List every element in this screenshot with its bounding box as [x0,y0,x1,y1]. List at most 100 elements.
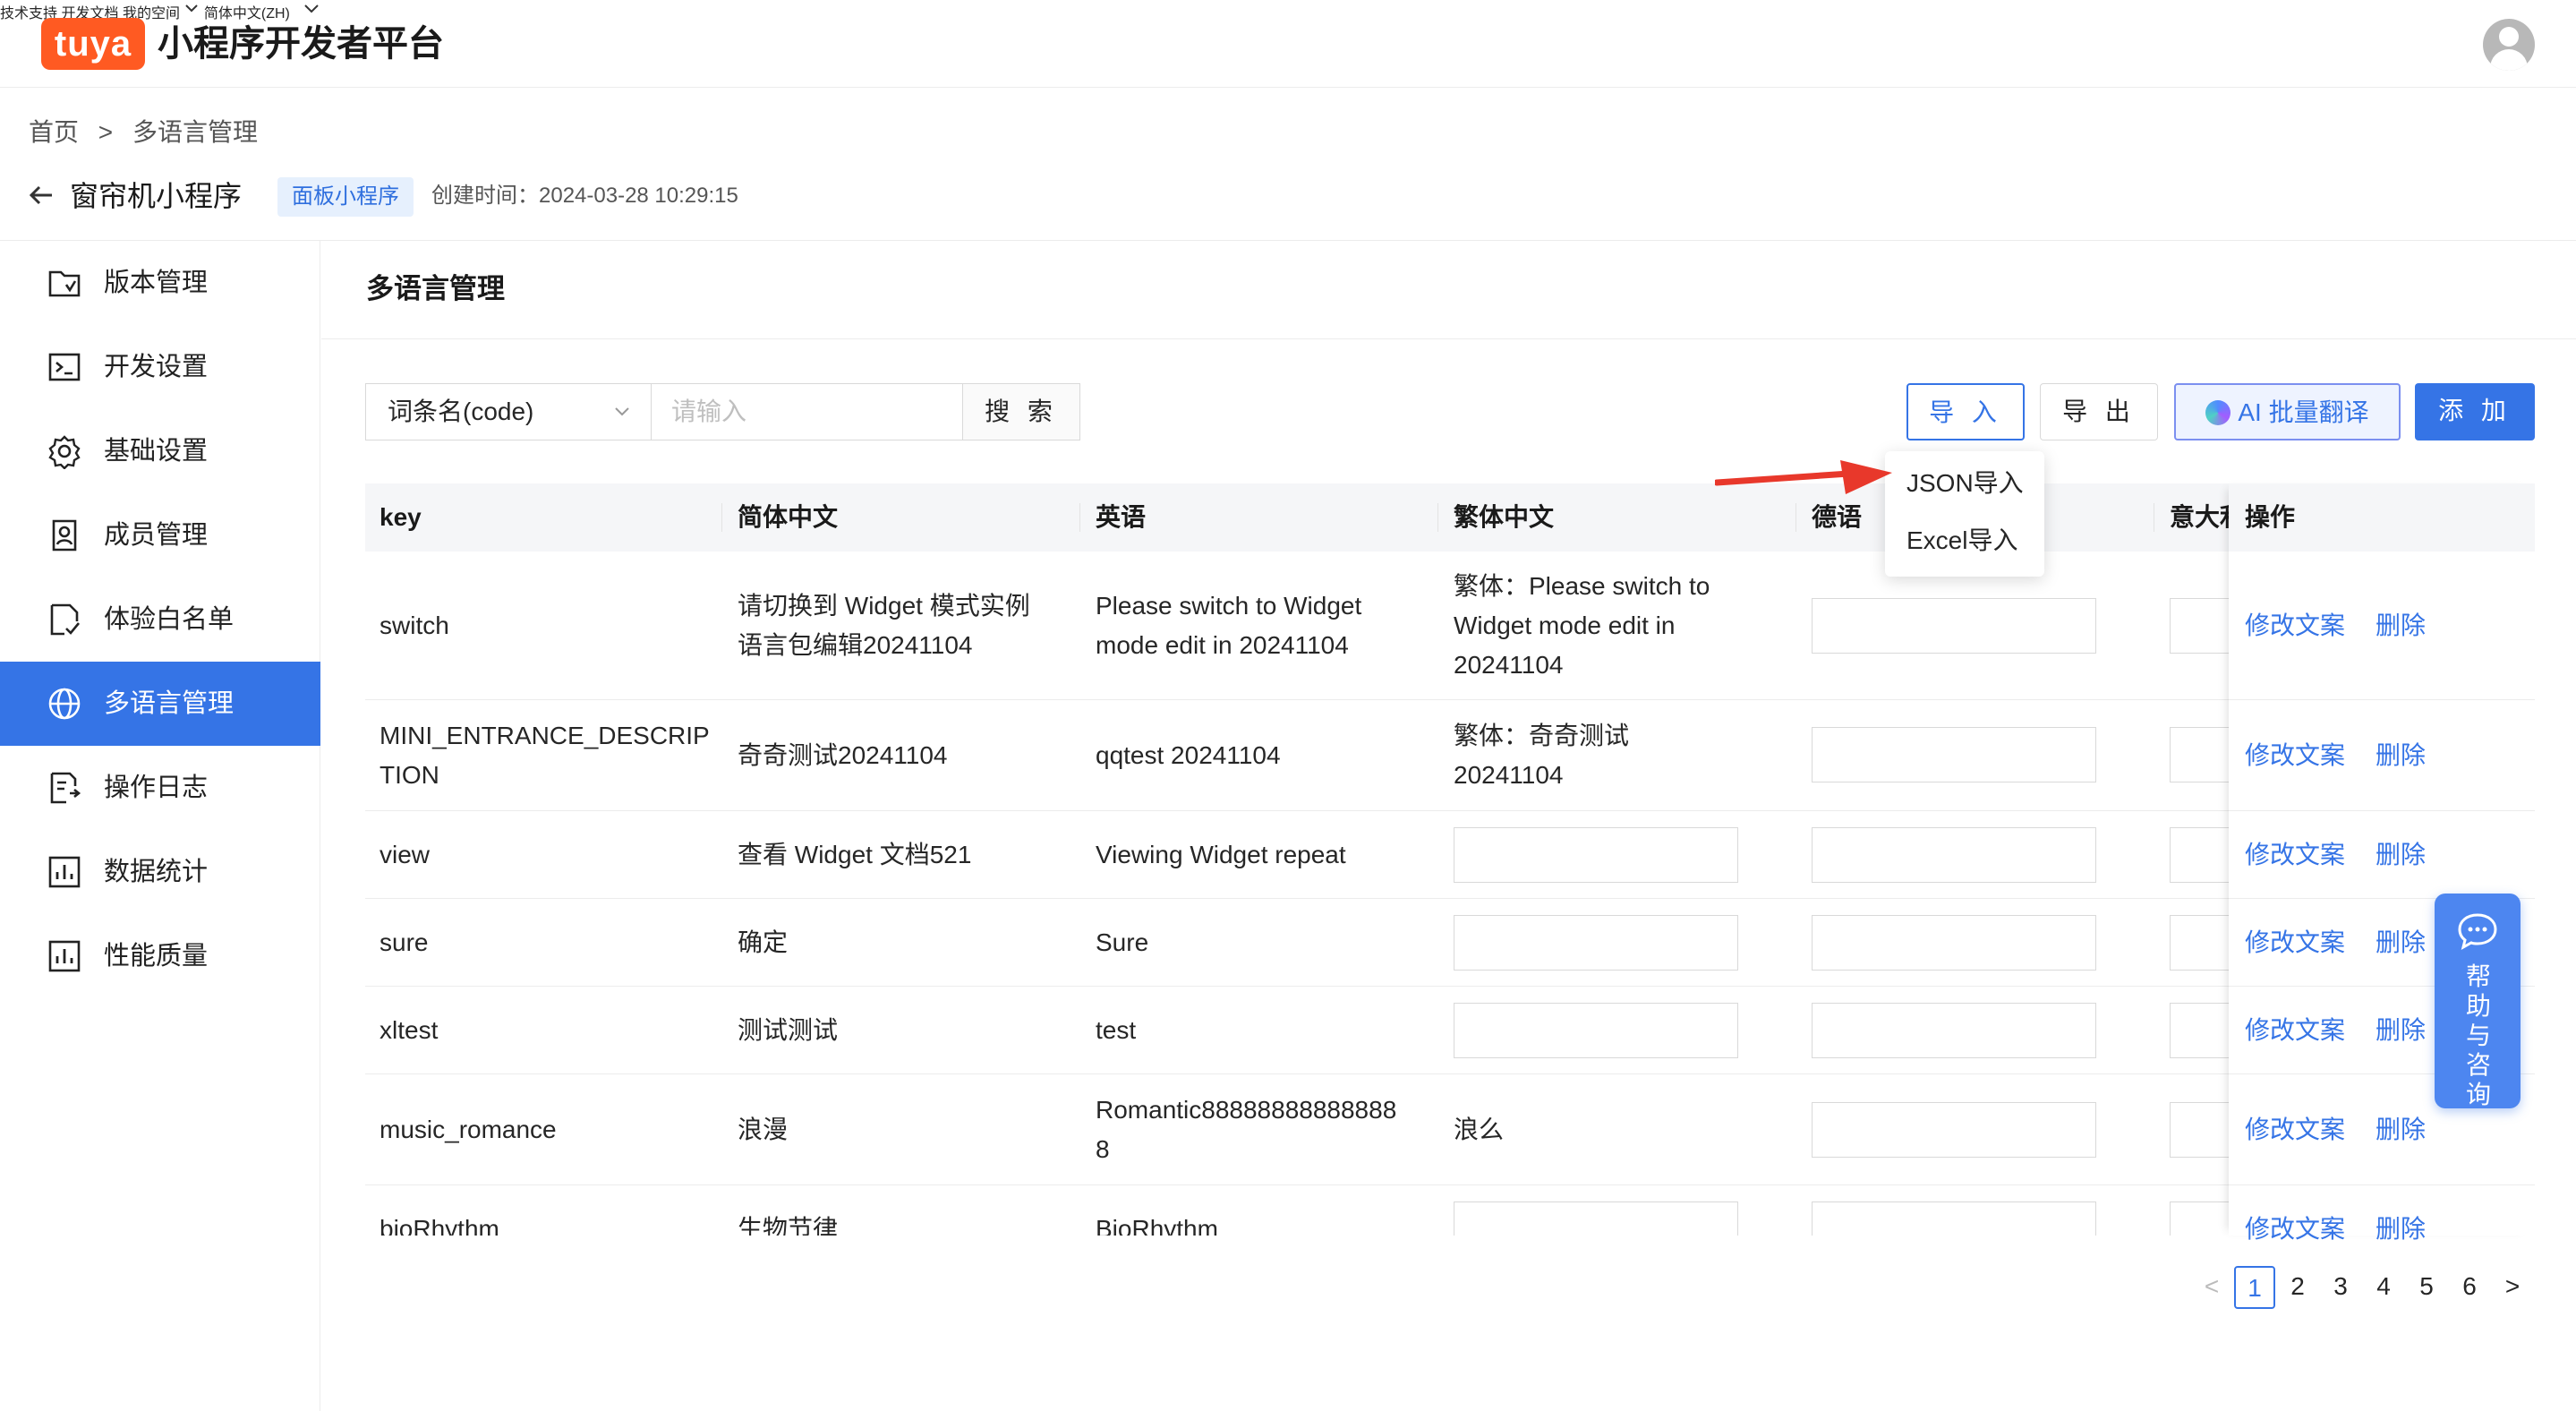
breadcrumb-home[interactable]: 首页 [29,118,79,146]
sidebar-item-basic-settings[interactable]: 基础设置 [0,409,320,493]
operations-row: 修改文案 删除 [2229,1185,2535,1273]
cell-de-input[interactable] [1812,915,2096,971]
add-button[interactable]: 添 加 [2415,383,2535,440]
sidebar-item-label: 数据统计 [104,858,209,886]
pagination-page-3[interactable]: 3 [2320,1266,2361,1309]
cell-key: MINI_ENTRANCE_DESCRIPTION [380,722,710,789]
delete-link[interactable]: 删除 [2376,923,2426,962]
breadcrumb: 首页 > 多语言管理 [29,115,270,150]
cell-key: view [380,841,431,868]
tuya-logo[interactable]: tuya [41,18,145,70]
arrow-left-icon[interactable] [25,179,57,211]
edit-text-link[interactable]: 修改文案 [2245,606,2345,646]
top-header: tuya 小程序开发者平台 技术支持 开发文档 我的空间 简体中文(ZH) [0,0,2576,88]
delete-link[interactable]: 删除 [2376,1210,2426,1249]
page: tuya 小程序开发者平台 技术支持 开发文档 我的空间 简体中文(ZH) 首页… [0,0,2576,1411]
sidebar-item-label: 版本管理 [104,269,209,297]
export-button[interactable]: 导 出 [2040,383,2158,440]
cell-en: Romantic888888888888888 [1096,1096,1397,1163]
edit-text-link[interactable]: 修改文案 [2245,736,2345,775]
help-consult-float[interactable]: 帮助与咨询 [2435,894,2521,1108]
breadcrumb-separator: > [98,118,114,146]
cell-de-input[interactable] [1812,1102,2096,1158]
pagination-page-5[interactable]: 5 [2406,1266,2447,1309]
edit-text-link[interactable]: 修改文案 [2245,923,2345,962]
cell-key: music_romance [380,1116,557,1143]
edit-text-link[interactable]: 修改文案 [2245,1011,2345,1050]
col-header-key: key [380,503,422,531]
cell-de-input[interactable] [1812,727,2096,782]
sidebar-item-oplog[interactable]: 操作日志 [0,746,320,830]
col-separator [721,503,722,532]
pagination-prev[interactable]: < [2191,1266,2232,1309]
sidebar-item-label: 开发设置 [104,353,209,381]
chevron-down-icon [185,4,199,13]
pagination-page-6[interactable]: 6 [2449,1266,2490,1309]
sidebar-item-dev-settings[interactable]: 开发设置 [0,325,320,409]
menu-item-excel-import[interactable]: Excel导入 [1906,523,2017,559]
help-consult-label: 帮助与咨询 [2465,962,2491,1108]
table-header: key 简体中文 英语 繁体中文 德语 意大利 [365,483,2535,552]
terminal-icon [48,353,81,381]
search-button[interactable]: 搜 索 [962,383,1080,440]
edit-text-link[interactable]: 修改文案 [2245,835,2345,875]
breadcrumb-current: 多语言管理 [132,118,258,146]
delete-link[interactable]: 删除 [2376,1011,2426,1050]
cell-de-input[interactable] [1812,1003,2096,1058]
log-icon [50,772,81,804]
cell-en: BioRhythm [1096,1215,1218,1236]
edit-text-link[interactable]: 修改文案 [2245,1210,2345,1249]
ai-batch-translate-button[interactable]: AI 批量翻译 [2174,383,2401,440]
avatar-body [2490,49,2528,71]
sidebar-item-multilang[interactable]: 多语言管理 [0,662,320,746]
table-row: bioRhythm 生物节律 BioRhythm [365,1185,2535,1236]
cell-zh: 查看 Widget 文档521 [738,841,972,868]
cell-key: switch [380,611,449,639]
cell-key: sure [380,928,429,956]
col-header-zh: 简体中文 [738,503,839,531]
cell-zht: 繁体：Please switch to Widget mode edit in … [1454,572,1710,679]
cell-de-input[interactable] [1812,598,2096,654]
ai-batch-translate-label: AI 批量翻译 [2238,398,2369,426]
pagination-page-4[interactable]: 4 [2363,1266,2404,1309]
search-field-select[interactable]: 词条名(code) [365,383,652,440]
cell-zht-input[interactable] [1454,1201,1738,1236]
sidebar-item-performance[interactable]: 性能质量 [0,914,320,998]
import-button[interactable]: 导 入 [1906,383,2025,440]
operations-row: 修改文案 删除 [2229,811,2535,899]
cell-zht-input[interactable] [1454,827,1738,883]
delete-link[interactable]: 删除 [2376,606,2426,646]
avatar[interactable] [2483,19,2535,71]
cell-zht-input[interactable] [1454,915,1738,971]
delete-link[interactable]: 删除 [2376,736,2426,775]
cell-de-input[interactable] [1812,827,2096,883]
pagination-page-2[interactable]: 2 [2277,1266,2318,1309]
platform-title: 小程序开发者平台 [158,24,444,64]
table-row: switch 请切换到 Widget 模式实例语言包编辑20241104 Ple… [365,552,2535,700]
delete-link[interactable]: 删除 [2376,835,2426,875]
col-header-actions: 操作 [2245,503,2296,531]
project-type-tag: 面板小程序 [277,177,414,217]
sidebar-item-version[interactable]: 版本管理 [0,241,320,325]
pagination-page-1[interactable]: 1 [2234,1266,2275,1309]
cell-de-input[interactable] [1812,1201,2096,1236]
col-separator [1079,503,1080,532]
menu-item-json-import[interactable]: JSON导入 [1906,466,2024,501]
member-card-icon [52,519,77,552]
search-input[interactable] [651,383,963,440]
cell-key: xltest [380,1016,439,1044]
pagination-next[interactable]: > [2492,1266,2533,1309]
annotation-arrow-icon [1715,460,1892,494]
cell-key: bioRhythm [380,1215,499,1236]
sidebar-item-members[interactable]: 成员管理 [0,493,320,577]
delete-link[interactable]: 删除 [2376,1110,2426,1150]
cell-zht-input[interactable] [1454,1003,1738,1058]
sidebar-item-label: 性能质量 [104,942,209,971]
cell-en: Viewing Widget repeat [1096,841,1346,868]
folder-check-icon [48,270,81,297]
table-row: music_romance 浪漫 Romantic888888888888888… [365,1074,2535,1185]
sidebar-item-statistics[interactable]: 数据统计 [0,830,320,914]
edit-text-link[interactable]: 修改文案 [2245,1110,2345,1150]
import-dropdown-menu: JSON导入 Excel导入 [1885,451,2044,577]
sidebar-item-whitelist[interactable]: 体验白名单 [0,577,320,662]
